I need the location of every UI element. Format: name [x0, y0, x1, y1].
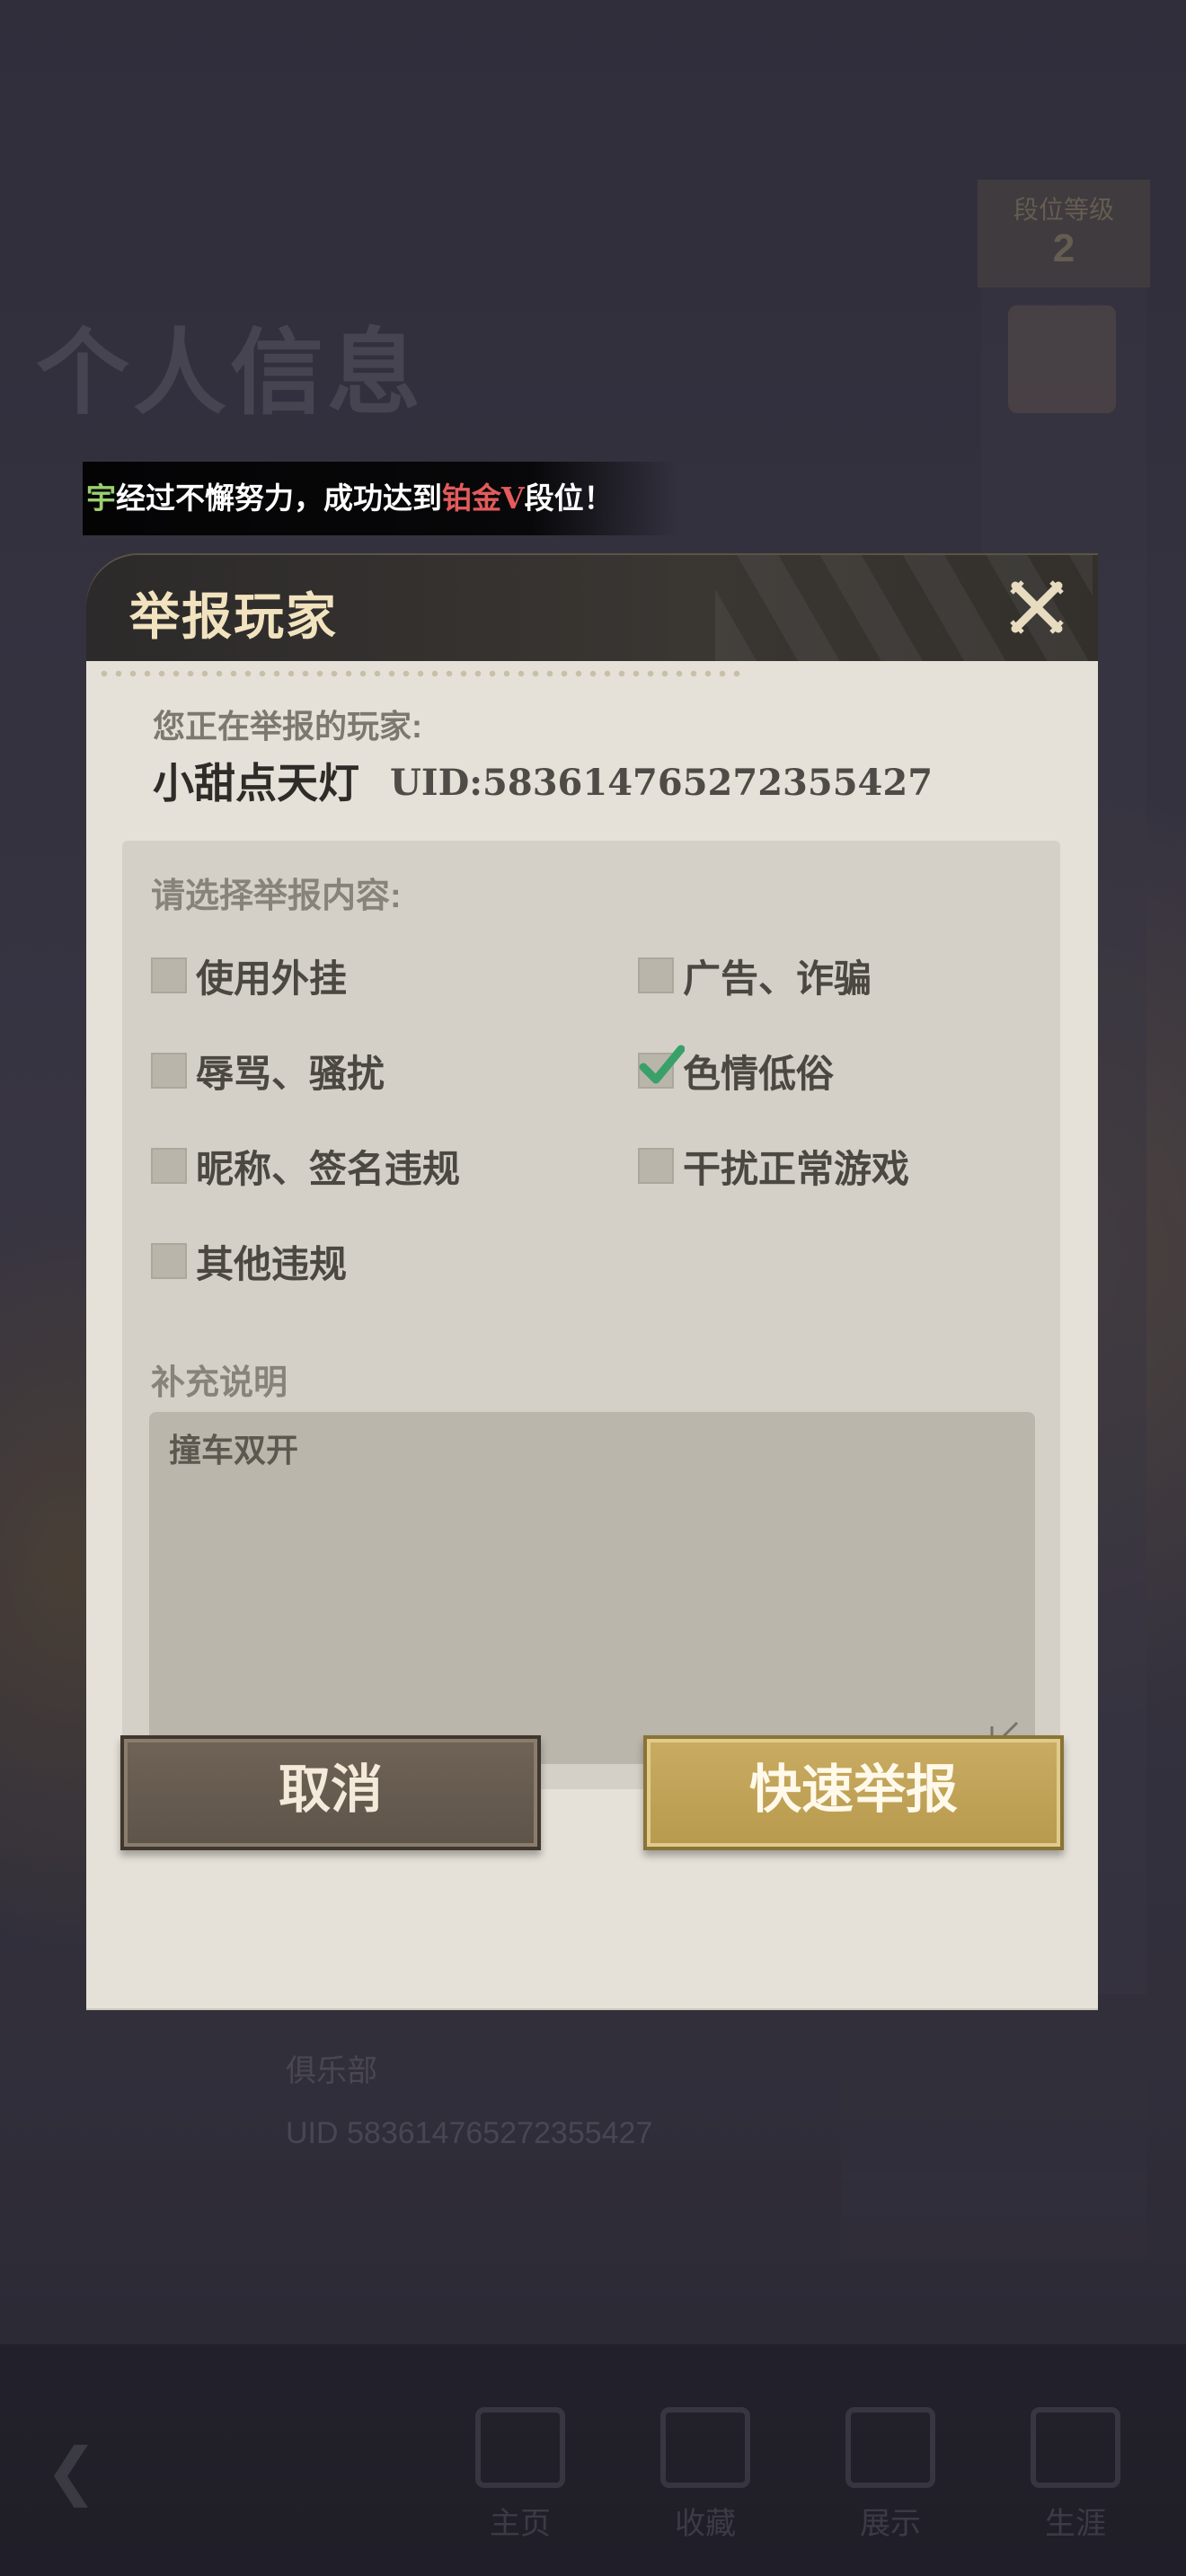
- rank-up-banner: 宇经过不懈努力，成功达到铂金V段位！: [83, 462, 679, 535]
- option-abuse[interactable]: 辱骂、骚扰: [151, 1044, 385, 1098]
- option-label: 辱骂、骚扰: [196, 1052, 385, 1095]
- supplement-label: 补充说明: [151, 1364, 288, 1402]
- dotted-divider: [97, 670, 744, 677]
- option-label: 广告、诈骗: [683, 957, 872, 1000]
- option-cheating[interactable]: 使用外挂: [151, 948, 347, 1002]
- checkbox-icon[interactable]: [638, 1045, 685, 1089]
- check-icon: [639, 1045, 685, 1084]
- dialog-body: 您正在举报的玩家: 小甜点天灯 UID:583614765272355427 请…: [86, 661, 1098, 2010]
- option-ads-fraud[interactable]: 广告、诈骗: [638, 948, 872, 1002]
- checkbox-icon[interactable]: [151, 1243, 187, 1279]
- option-pornographic[interactable]: 色情低俗: [638, 1044, 834, 1098]
- player-uid: UID:583614765272355427: [390, 762, 934, 804]
- checkbox-icon[interactable]: [151, 957, 187, 993]
- dialog-header: 举报玩家: [86, 555, 1098, 661]
- report-options-panel: 请选择举报内容: 使用外挂 广告、诈骗 辱骂、骚扰 色情低俗 昵称、签名违规 干…: [122, 841, 1060, 1789]
- option-label: 干扰正常游戏: [683, 1147, 910, 1190]
- option-label: 使用外挂: [196, 957, 348, 1000]
- reporting-label: 您正在举报的玩家:: [153, 708, 422, 745]
- select-reason-label: 请选择举报内容:: [151, 878, 402, 915]
- checkbox-icon[interactable]: [151, 1053, 187, 1089]
- checkbox-icon[interactable]: [151, 1148, 187, 1184]
- cancel-button[interactable]: 取消: [120, 1735, 541, 1850]
- banner-player: 宇: [86, 481, 116, 516]
- close-button[interactable]: [1005, 575, 1069, 640]
- dialog-title: 举报玩家: [129, 587, 338, 647]
- quick-report-button[interactable]: 快速举报: [643, 1735, 1064, 1850]
- option-other[interactable]: 其他违规: [151, 1234, 347, 1288]
- player-name: 小甜点天灯: [153, 759, 359, 807]
- checkbox-icon[interactable]: [638, 957, 674, 993]
- option-label: 色情低俗: [683, 1052, 835, 1095]
- option-nickname-violation[interactable]: 昵称、签名违规: [151, 1139, 460, 1193]
- checkbox-icon[interactable]: [638, 1148, 674, 1184]
- option-label: 其他违规: [196, 1242, 348, 1285]
- banner-text-2: 段位！: [524, 481, 614, 516]
- supplement-textarea[interactable]: 撞车双开: [149, 1412, 1035, 1764]
- close-icon: [1010, 580, 1064, 634]
- option-game-disruption[interactable]: 干扰正常游戏: [638, 1139, 909, 1193]
- banner-text-1: 经过不懈努力，成功达到: [116, 481, 442, 516]
- option-label: 昵称、签名违规: [196, 1147, 461, 1190]
- banner-rank: 铂金V: [442, 481, 525, 516]
- report-dialog: 举报玩家 您正在举报的玩家: 小甜点天灯 UID:583614765272355…: [86, 555, 1098, 2010]
